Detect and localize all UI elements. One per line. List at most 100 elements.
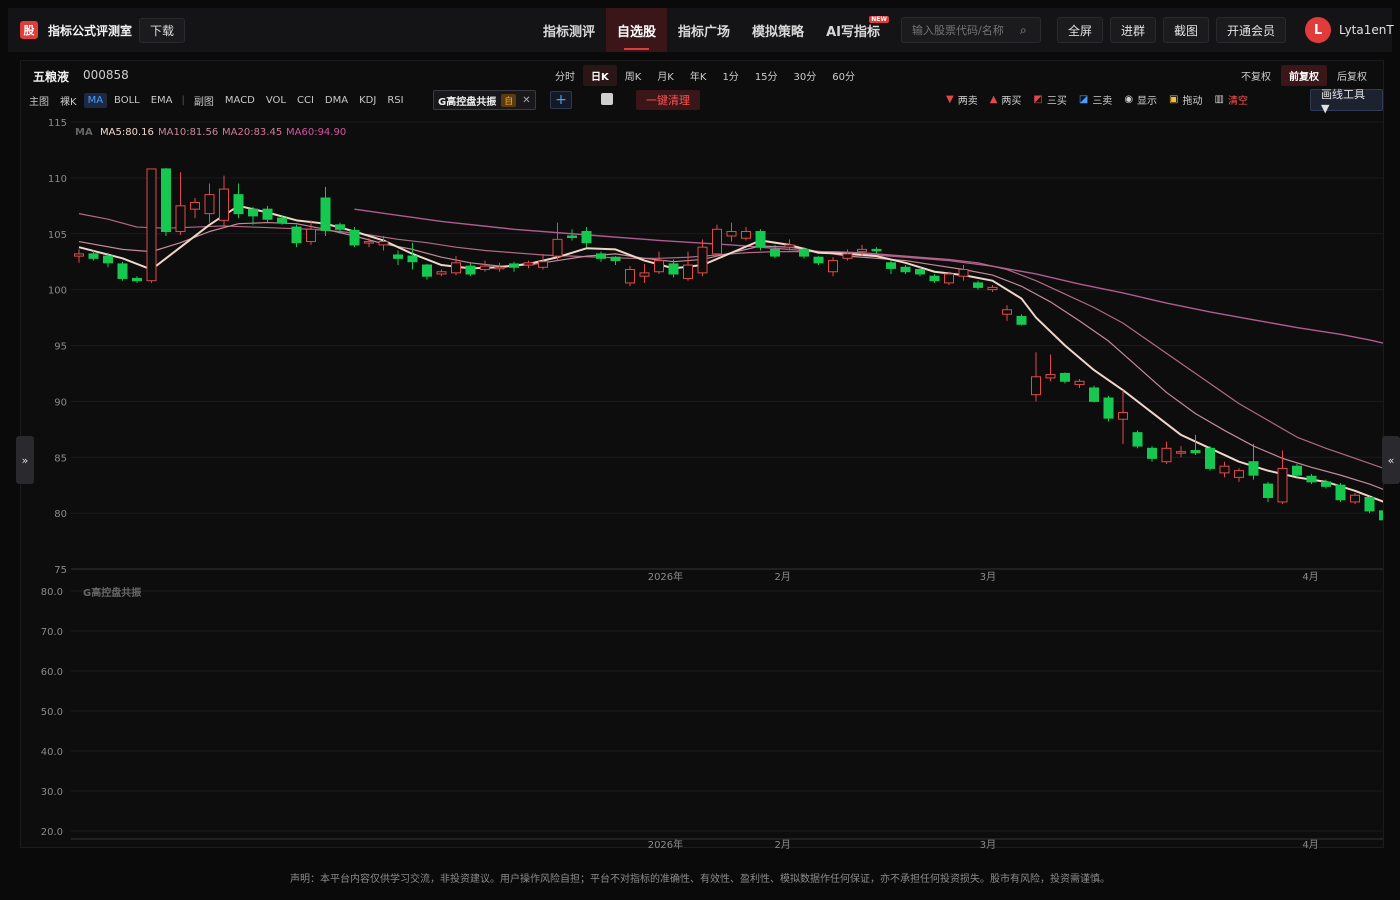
candle-down <box>581 231 592 244</box>
screenshot-button[interactable]: 截图 <box>1163 17 1210 43</box>
self-made-badge: 自 <box>501 93 517 107</box>
expand-left-handle[interactable]: » <box>16 436 34 484</box>
naked-k-toggle[interactable]: 裸K <box>56 91 81 110</box>
kline-chart[interactable]: 75 80 85 90 95 100 105 110 115 20.0 30.0 40.0 50.0 60… <box>21 113 1383 853</box>
sub-indicator-kdj[interactable]: KDJ <box>355 93 380 108</box>
add-indicator-button[interactable]: + <box>550 91 572 109</box>
candle-up <box>1350 494 1360 503</box>
ma20-legend: MA20:83.45 <box>222 127 282 138</box>
candle-down <box>1364 496 1375 512</box>
candle-up <box>451 262 461 274</box>
x-tick-label: 2月 <box>775 571 791 583</box>
sub-y-tick-label: 30.0 <box>41 787 63 798</box>
period-tab[interactable]: 60分 <box>824 65 863 86</box>
main-y-tick-label: 80 <box>54 509 67 520</box>
period-tab[interactable]: 30分 <box>786 65 825 86</box>
sub-indicator-rsi[interactable]: RSI <box>383 93 407 108</box>
two-sell-tool[interactable]: ▼ 两卖 <box>946 92 978 107</box>
main-indicator-ma[interactable]: MA <box>83 92 108 108</box>
candle-down <box>900 266 911 273</box>
close-icon[interactable]: ✕ <box>522 95 530 106</box>
sub-indicator-dma[interactable]: DMA <box>321 93 352 108</box>
main-nav: 指标测评 自选股 指标广场 模拟策略 AI写指标 NEW <box>532 8 891 52</box>
candle-down <box>1205 447 1215 469</box>
two-buy-label: 两买 <box>1001 96 1022 107</box>
period-tab[interactable]: 15分 <box>747 65 786 86</box>
candle-up <box>741 231 751 239</box>
x-tick-label-sub: 4月 <box>1302 839 1318 851</box>
save-icon[interactable] <box>601 93 613 105</box>
clear-drawings-button[interactable]: ▥ 清空 <box>1215 92 1248 107</box>
candle-up <box>944 273 954 284</box>
main-indicator-boll[interactable]: BOLL <box>110 93 144 108</box>
join-group-button[interactable]: 进群 <box>1110 17 1157 43</box>
candle-up <box>1234 470 1244 478</box>
candle-down <box>349 229 360 246</box>
nav-item-indicator-plaza[interactable]: 指标广场 <box>667 8 741 52</box>
ma60-line <box>354 208 1383 344</box>
three-buy-tool[interactable]: ◩ 三买 <box>1033 92 1066 107</box>
main-y-tick-label: 105 <box>48 230 67 241</box>
candle-down <box>929 275 940 282</box>
candle-down <box>668 263 679 275</box>
main-y-tick-label: 100 <box>48 286 67 297</box>
x-tick-label-sub: 2026年 <box>648 838 683 851</box>
candle-down <box>161 168 171 233</box>
three-sell-tool[interactable]: ◪ 三卖 <box>1079 92 1112 107</box>
clear-all-button[interactable]: 一键清理 <box>636 90 700 110</box>
ma-legend-label: MA <box>75 127 93 138</box>
candle-down <box>88 253 99 259</box>
candle-up <box>74 253 84 257</box>
adjust-forward-tab[interactable]: 前复权 <box>1281 65 1327 86</box>
candle-up <box>857 248 867 253</box>
candle-up <box>1118 412 1128 420</box>
candle-down <box>770 248 780 257</box>
membership-button[interactable]: 开通会员 <box>1216 17 1287 43</box>
drawing-tool-menu-button[interactable]: 画线工具 ▼ <box>1310 88 1383 115</box>
show-toggle[interactable]: ◉ 显示 <box>1124 92 1157 107</box>
candle-up <box>712 228 722 255</box>
candle-up <box>436 271 447 275</box>
user-name[interactable]: Lyta1enT <box>1339 23 1394 37</box>
download-button[interactable]: 下载 <box>139 18 186 43</box>
ma-legend: MA MA5:80.16 MA10:81.56 MA20:83.45 MA60:… <box>75 127 346 138</box>
period-tab[interactable]: 月K <box>649 65 682 86</box>
nav-item-ai-indicator[interactable]: AI写指标 NEW <box>815 8 891 52</box>
nav-item-watchlist[interactable]: 自选股 <box>606 8 668 52</box>
x-tick-label: 3月 <box>980 571 996 583</box>
user-avatar[interactable]: L <box>1305 17 1331 43</box>
two-sell-label: 两卖 <box>957 96 978 107</box>
fullscreen-button[interactable]: 全屏 <box>1057 17 1104 43</box>
eye-icon: ◉ <box>1124 94 1134 105</box>
drag-toggle[interactable]: ▣ 拖动 <box>1169 92 1202 107</box>
period-tab[interactable]: 周K <box>617 65 650 86</box>
candle-up <box>146 168 157 282</box>
nav-item-indicator-review[interactable]: 指标测评 <box>532 8 606 52</box>
candle-down <box>291 226 302 244</box>
x-tick-label-sub: 3月 <box>980 839 996 851</box>
period-tab[interactable]: 1分 <box>714 65 746 86</box>
adjust-backward-tab[interactable]: 后复权 <box>1329 65 1375 86</box>
period-tab[interactable]: 年K <box>682 65 715 86</box>
sub-y-tick-label: 50.0 <box>41 707 63 718</box>
search-icon[interactable]: ⌕ <box>1020 23 1027 38</box>
custom-indicator-tag[interactable]: G高控盘共振 自 ✕ <box>433 90 536 110</box>
ma10-legend: MA10:81.56 <box>158 127 218 138</box>
nav-item-simulated-strategy[interactable]: 模拟策略 <box>741 8 815 52</box>
candle-down <box>277 217 287 224</box>
sub-indicator-macd[interactable]: MACD <box>221 93 259 108</box>
sub-indicator-vol[interactable]: VOL <box>262 93 290 108</box>
main-y-tick-label: 85 <box>54 453 67 464</box>
period-tab[interactable]: 分时 <box>547 65 583 86</box>
show-label: 显示 <box>1137 96 1158 107</box>
candle-down <box>393 254 403 259</box>
triangle-up-icon: ▲ <box>989 94 998 105</box>
adjust-none-tab[interactable]: 不复权 <box>1233 65 1279 86</box>
two-buy-tool[interactable]: ▲ 两买 <box>990 92 1022 107</box>
period-tab-daily[interactable]: 日K <box>583 65 617 86</box>
sub-indicator-cci[interactable]: CCI <box>293 93 318 108</box>
sub-y-tick-label: 60.0 <box>41 667 63 678</box>
main-indicator-ema[interactable]: EMA <box>147 93 177 108</box>
candle-down <box>320 197 331 231</box>
expand-right-handle[interactable]: « <box>1382 436 1400 484</box>
